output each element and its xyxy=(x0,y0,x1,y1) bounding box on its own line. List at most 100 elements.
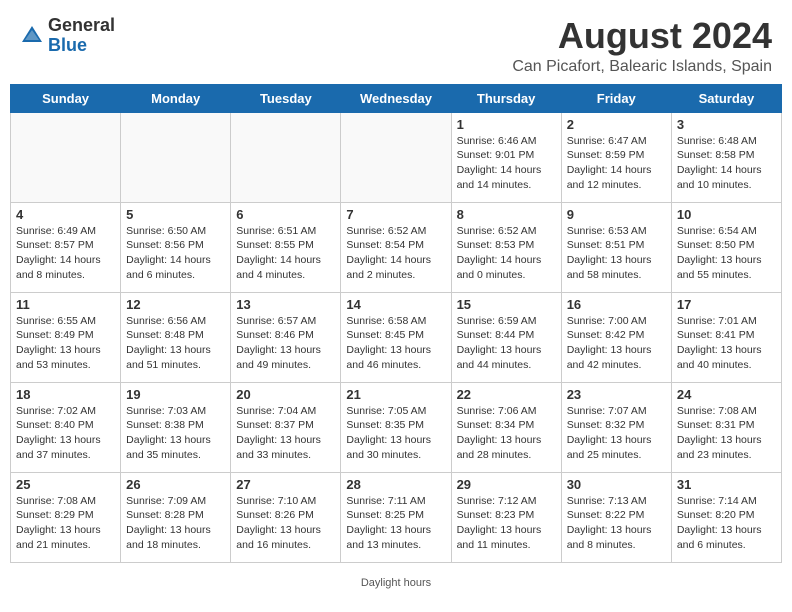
calendar-cell: 14 Sunrise: 6:58 AM Sunset: 8:45 PM Dayli… xyxy=(341,292,451,382)
logo-icon xyxy=(20,24,44,48)
day-number: 26 xyxy=(126,477,225,492)
day-number: 31 xyxy=(677,477,776,492)
day-number: 30 xyxy=(567,477,666,492)
day-number: 17 xyxy=(677,297,776,312)
day-number: 9 xyxy=(567,207,666,222)
day-number: 18 xyxy=(16,387,115,402)
cell-info: Sunrise: 6:52 AM Sunset: 8:53 PM Dayligh… xyxy=(457,224,556,283)
calendar-cell: 20 Sunrise: 7:04 AM Sunset: 8:37 PM Dayli… xyxy=(231,382,341,472)
calendar-cell: 12 Sunrise: 6:56 AM Sunset: 8:48 PM Dayli… xyxy=(121,292,231,382)
cell-info: Sunrise: 6:47 AM Sunset: 8:59 PM Dayligh… xyxy=(567,134,666,193)
day-header-saturday: Saturday xyxy=(671,84,781,112)
calendar-cell: 4Sunrise: 6:49 AM Sunset: 8:57 PM Daylig… xyxy=(11,202,121,292)
calendar-cell: 15Sunrise: 6:59 AM Sunset: 8:44 PM Dayli… xyxy=(451,292,561,382)
day-number: 28 xyxy=(346,477,445,492)
calendar-cell xyxy=(11,112,121,202)
week-row-3: 11 Sunrise: 6:55 AM Sunset: 8:49 PM Dayli… xyxy=(11,292,782,382)
day-number: 23 xyxy=(567,387,666,402)
cell-info: Sunrise: 6:50 AM Sunset: 8:56 PM Dayligh… xyxy=(126,224,225,283)
calendar-cell xyxy=(341,112,451,202)
calendar-cell: 16 Sunrise: 7:00 AM Sunset: 8:42 PM Dayli… xyxy=(561,292,671,382)
day-number: 5 xyxy=(126,207,225,222)
day-number: 25 xyxy=(16,477,115,492)
calendar-cell: 7Sunrise: 6:52 AM Sunset: 8:54 PM Daylig… xyxy=(341,202,451,292)
cell-info: Sunrise: 6:57 AM Sunset: 8:46 PM Dayligh… xyxy=(236,314,335,373)
calendar-table: SundayMondayTuesdayWednesdayThursdayFrid… xyxy=(10,84,782,563)
cell-info: Sunrise: 7:04 AM Sunset: 8:37 PM Dayligh… xyxy=(236,404,335,463)
cell-info: Sunrise: 6:56 AM Sunset: 8:48 PM Dayligh… xyxy=(126,314,225,373)
calendar-cell: 5 Sunrise: 6:50 AM Sunset: 8:56 PM Daylig… xyxy=(121,202,231,292)
cell-info: Sunrise: 6:49 AM Sunset: 8:57 PM Dayligh… xyxy=(16,224,115,283)
calendar-cell xyxy=(121,112,231,202)
cell-info: Sunrise: 7:10 AM Sunset: 8:26 PM Dayligh… xyxy=(236,494,335,553)
week-row-4: 18 Sunrise: 7:02 AM Sunset: 8:40 PM Dayli… xyxy=(11,382,782,472)
day-number: 24 xyxy=(677,387,776,402)
cell-info: Sunrise: 7:02 AM Sunset: 8:40 PM Dayligh… xyxy=(16,404,115,463)
day-number: 14 xyxy=(346,297,445,312)
location: Can Picafort, Balearic Islands, Spain xyxy=(512,58,772,76)
calendar-cell: 31 Sunrise: 7:14 AM Sunset: 8:20 PM Dayli… xyxy=(671,472,781,562)
day-header-sunday: Sunday xyxy=(11,84,121,112)
day-number: 19 xyxy=(126,387,225,402)
cell-info: Sunrise: 6:55 AM Sunset: 8:49 PM Dayligh… xyxy=(16,314,115,373)
calendar-cell: 1 Sunrise: 6:46 AM Sunset: 9:01 PM Daylig… xyxy=(451,112,561,202)
day-header-monday: Monday xyxy=(121,84,231,112)
calendar-cell: 27Sunrise: 7:10 AM Sunset: 8:26 PM Dayli… xyxy=(231,472,341,562)
day-number: 11 xyxy=(16,297,115,312)
calendar-cell: 29Sunrise: 7:12 AM Sunset: 8:23 PM Dayli… xyxy=(451,472,561,562)
cell-info: Sunrise: 7:14 AM Sunset: 8:20 PM Dayligh… xyxy=(677,494,776,553)
day-number: 3 xyxy=(677,117,776,132)
day-number: 1 xyxy=(457,117,556,132)
footer-note: Daylight hours xyxy=(0,573,792,597)
cell-info: Sunrise: 7:03 AM Sunset: 8:38 PM Dayligh… xyxy=(126,404,225,463)
cell-info: Sunrise: 6:58 AM Sunset: 8:45 PM Dayligh… xyxy=(346,314,445,373)
cell-info: Sunrise: 6:53 AM Sunset: 8:51 PM Dayligh… xyxy=(567,224,666,283)
day-header-thursday: Thursday xyxy=(451,84,561,112)
day-number: 13 xyxy=(236,297,335,312)
cell-info: Sunrise: 6:48 AM Sunset: 8:58 PM Dayligh… xyxy=(677,134,776,193)
cell-info: Sunrise: 7:05 AM Sunset: 8:35 PM Dayligh… xyxy=(346,404,445,463)
day-header-tuesday: Tuesday xyxy=(231,84,341,112)
logo: General Blue xyxy=(20,16,115,56)
calendar-cell: 9 Sunrise: 6:53 AM Sunset: 8:51 PM Daylig… xyxy=(561,202,671,292)
cell-info: Sunrise: 7:13 AM Sunset: 8:22 PM Dayligh… xyxy=(567,494,666,553)
cell-info: Sunrise: 6:46 AM Sunset: 9:01 PM Dayligh… xyxy=(457,134,556,193)
day-header-friday: Friday xyxy=(561,84,671,112)
day-number: 20 xyxy=(236,387,335,402)
calendar-cell: 10Sunrise: 6:54 AM Sunset: 8:50 PM Dayli… xyxy=(671,202,781,292)
calendar-wrapper: SundayMondayTuesdayWednesdayThursdayFrid… xyxy=(0,84,792,573)
cell-info: Sunrise: 7:08 AM Sunset: 8:31 PM Dayligh… xyxy=(677,404,776,463)
logo-blue: Blue xyxy=(48,36,115,56)
day-number: 10 xyxy=(677,207,776,222)
logo-general: General xyxy=(48,16,115,36)
calendar-cell: 22 Sunrise: 7:06 AM Sunset: 8:34 PM Dayli… xyxy=(451,382,561,472)
calendar-cell: 6Sunrise: 6:51 AM Sunset: 8:55 PM Daylig… xyxy=(231,202,341,292)
day-number: 21 xyxy=(346,387,445,402)
calendar-cell: 21 Sunrise: 7:05 AM Sunset: 8:35 PM Dayli… xyxy=(341,382,451,472)
cell-info: Sunrise: 7:06 AM Sunset: 8:34 PM Dayligh… xyxy=(457,404,556,463)
calendar-cell: 8 Sunrise: 6:52 AM Sunset: 8:53 PM Daylig… xyxy=(451,202,561,292)
day-number: 29 xyxy=(457,477,556,492)
calendar-cell: 13 Sunrise: 6:57 AM Sunset: 8:46 PM Dayli… xyxy=(231,292,341,382)
logo-text: General Blue xyxy=(48,16,115,56)
calendar-cell: 2 Sunrise: 6:47 AM Sunset: 8:59 PM Daylig… xyxy=(561,112,671,202)
calendar-cell: 3 Sunrise: 6:48 AM Sunset: 8:58 PM Daylig… xyxy=(671,112,781,202)
day-number: 12 xyxy=(126,297,225,312)
page-header: General Blue August 2024 Can Picafort, B… xyxy=(0,0,792,84)
calendar-cell: 19 Sunrise: 7:03 AM Sunset: 8:38 PM Dayli… xyxy=(121,382,231,472)
cell-info: Sunrise: 7:00 AM Sunset: 8:42 PM Dayligh… xyxy=(567,314,666,373)
cell-info: Sunrise: 7:08 AM Sunset: 8:29 PM Dayligh… xyxy=(16,494,115,553)
day-number: 16 xyxy=(567,297,666,312)
day-number: 2 xyxy=(567,117,666,132)
cell-info: Sunrise: 7:09 AM Sunset: 8:28 PM Dayligh… xyxy=(126,494,225,553)
cell-info: Sunrise: 6:52 AM Sunset: 8:54 PM Dayligh… xyxy=(346,224,445,283)
calendar-cell: 26 Sunrise: 7:09 AM Sunset: 8:28 PM Dayli… xyxy=(121,472,231,562)
day-number: 22 xyxy=(457,387,556,402)
cell-info: Sunrise: 7:01 AM Sunset: 8:41 PM Dayligh… xyxy=(677,314,776,373)
day-number: 8 xyxy=(457,207,556,222)
cell-info: Sunrise: 6:51 AM Sunset: 8:55 PM Dayligh… xyxy=(236,224,335,283)
cell-info: Sunrise: 6:59 AM Sunset: 8:44 PM Dayligh… xyxy=(457,314,556,373)
calendar-body: 1 Sunrise: 6:46 AM Sunset: 9:01 PM Daylig… xyxy=(11,112,782,562)
week-row-1: 1 Sunrise: 6:46 AM Sunset: 9:01 PM Daylig… xyxy=(11,112,782,202)
cell-info: Sunrise: 7:07 AM Sunset: 8:32 PM Dayligh… xyxy=(567,404,666,463)
